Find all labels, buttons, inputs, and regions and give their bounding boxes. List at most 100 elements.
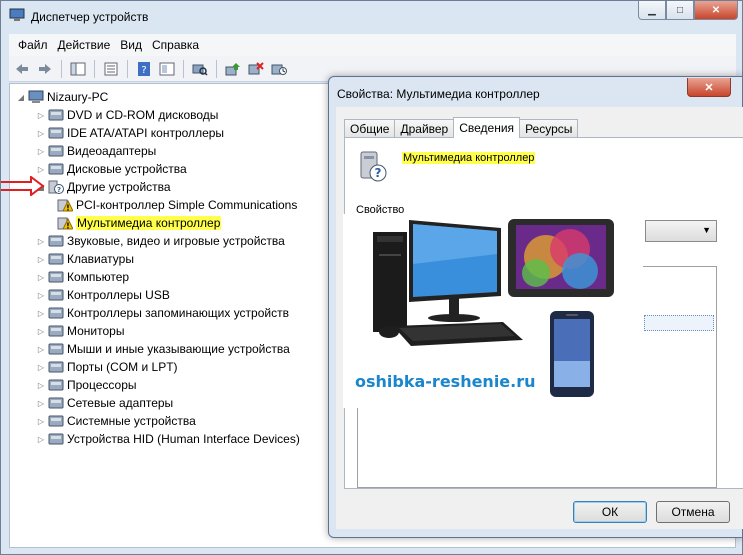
tree-child-item[interactable]: ! Мультимедиа контроллер xyxy=(55,214,222,232)
toolbar-separator xyxy=(183,59,184,78)
menu-help[interactable]: Справка xyxy=(147,38,204,52)
expand-arrow-icon[interactable]: ▷ xyxy=(36,381,46,390)
ok-button[interactable]: ОК xyxy=(573,501,647,523)
tree-item-label: Клавиатуры xyxy=(67,252,134,266)
update-driver-icon xyxy=(225,62,240,75)
tab-resources[interactable]: Ресурсы xyxy=(519,119,579,137)
tree-category-item[interactable]: ▷ Мыши и иные указывающие устройства xyxy=(36,340,290,358)
tree-category-item[interactable]: ▷ Клавиатуры xyxy=(36,250,134,268)
expand-arrow-icon[interactable]: ▷ xyxy=(36,111,46,120)
expand-arrow-icon[interactable]: ▷ xyxy=(36,345,46,354)
tree-category-item[interactable]: ▷ Процессоры xyxy=(36,376,137,394)
tablet-image xyxy=(508,219,614,297)
minimize-icon: ▁ xyxy=(648,4,656,16)
scan-hardware-icon xyxy=(192,64,208,76)
dialog-close-button[interactable]: ✕ xyxy=(687,78,731,97)
menu-view[interactable]: Вид xyxy=(115,38,147,52)
title-bar[interactable]: Диспетчер устройств ▁ □ ✕ xyxy=(1,1,742,31)
sound-icon xyxy=(48,235,64,247)
hid-icon xyxy=(48,433,64,445)
tree-category-item[interactable]: ▷ Компьютер xyxy=(36,268,129,286)
menu-action[interactable]: Действие xyxy=(53,38,116,52)
expand-arrow-icon[interactable]: ▷ xyxy=(36,363,46,372)
expand-arrow-icon[interactable]: ▷ xyxy=(36,165,46,174)
tree-item-label: Дисковые устройства xyxy=(67,162,187,176)
tree-category-item[interactable]: ▷ Порты (COM и LPT) xyxy=(36,358,178,376)
back-icon xyxy=(16,63,28,74)
forward-button[interactable] xyxy=(35,59,55,79)
cancel-button[interactable]: Отмена xyxy=(656,501,730,523)
expand-arrow-icon[interactable]: ▷ xyxy=(36,255,46,264)
tree-category-item[interactable]: ▷ Мониторы xyxy=(36,322,125,340)
promo-overlay: oshibka-reshenie.ru xyxy=(343,214,643,408)
expand-arrow-icon[interactable]: ▷ xyxy=(36,435,46,444)
tree-category-item[interactable]: ▷ Системные устройства xyxy=(36,412,196,430)
tree-category-item[interactable]: ◢? Другие устройства xyxy=(36,178,171,196)
update-driver-button[interactable] xyxy=(223,59,243,79)
tree-item-label: Мыши и иные указывающие устройства xyxy=(67,342,290,356)
disable-device-icon xyxy=(248,61,264,74)
svg-text:?: ? xyxy=(375,166,382,180)
forward-icon xyxy=(39,63,51,74)
tab-details[interactable]: Сведения xyxy=(453,117,521,138)
tree-category-item[interactable]: ▷ Сетевые адаптеры xyxy=(36,394,173,412)
tree-item-label: Другие устройства xyxy=(67,180,171,194)
expand-arrow-icon[interactable]: ▷ xyxy=(36,147,46,156)
collapse-arrow-icon: ◢ xyxy=(17,92,25,102)
expand-arrow-icon[interactable]: ▷ xyxy=(36,417,46,426)
properties-button[interactable] xyxy=(101,59,121,79)
tree-category-item[interactable]: ▷ IDE ATA/ATAPI контроллеры xyxy=(36,124,224,142)
ide-controller-icon xyxy=(48,127,64,139)
show-hidden-button[interactable] xyxy=(157,59,177,79)
console-tree-icon xyxy=(70,62,86,75)
back-button[interactable] xyxy=(12,59,32,79)
unknown-device-icon: ? xyxy=(360,151,387,182)
property-dropdown[interactable]: ▼ xyxy=(645,220,717,242)
tree-child-item[interactable]: ! PCI-контроллер Simple Communications xyxy=(55,196,297,214)
disable-device-button[interactable] xyxy=(246,59,266,79)
tab-driver[interactable]: Драйвер xyxy=(394,119,455,137)
svg-text:?: ? xyxy=(141,65,146,76)
tree-item-label: Мониторы xyxy=(67,324,125,338)
tree-category-item[interactable]: ▷ Устройства HID (Human Interface Devices… xyxy=(36,430,300,448)
tree-category-item[interactable]: ▷ Контроллеры запоминающих устройств xyxy=(36,304,289,322)
tree-category-item[interactable]: ▷ Видеоадаптеры xyxy=(36,142,156,160)
expand-arrow-icon[interactable]: ▷ xyxy=(36,273,46,282)
tree-category-item[interactable]: ▷ DVD и CD-ROM дисководы xyxy=(36,106,218,124)
expand-arrow-icon[interactable]: ▷ xyxy=(36,399,46,408)
expand-arrow-icon[interactable]: ▷ xyxy=(36,237,46,246)
minimize-button[interactable]: ▁ xyxy=(638,1,666,20)
menu-file[interactable]: Файл xyxy=(13,38,53,52)
expand-arrow-icon[interactable]: ▷ xyxy=(36,129,46,138)
maximize-button[interactable]: □ xyxy=(666,1,694,20)
expand-arrow-icon[interactable]: ▷ xyxy=(36,327,46,336)
tree-item-label: Порты (COM и LPT) xyxy=(67,360,178,374)
menu-bar: Файл Действие Вид Справка xyxy=(9,34,736,56)
tree-category-item[interactable]: ▷ Звуковые, видео и игровые устройства xyxy=(36,232,285,250)
tree-category-item[interactable]: ▷ Контроллеры USB xyxy=(36,286,170,304)
maximize-icon: □ xyxy=(676,4,684,16)
tree-category-item[interactable]: ▷ Дисковые устройства xyxy=(36,160,187,178)
toolbar-separator xyxy=(127,59,128,78)
close-icon: ✕ xyxy=(704,81,714,94)
close-button[interactable]: ✕ xyxy=(694,1,738,20)
computer-icon xyxy=(48,271,64,283)
expand-arrow-icon[interactable]: ▷ xyxy=(36,309,46,318)
smartphone-image xyxy=(550,311,594,397)
toolbar-separator xyxy=(216,59,217,78)
selected-value-row[interactable] xyxy=(644,315,714,331)
uninstall-device-button[interactable] xyxy=(269,59,289,79)
warning-device-icon: ! xyxy=(57,217,73,230)
expand-arrow-icon[interactable]: ▷ xyxy=(36,291,46,300)
tree-item-label: Контроллеры USB xyxy=(67,288,170,302)
scan-hardware-button[interactable] xyxy=(190,59,210,79)
chevron-down-icon: ▼ xyxy=(702,225,711,235)
tree-root[interactable]: ◢ Nizaury-PC xyxy=(16,88,108,106)
tab-general[interactable]: Общие xyxy=(344,119,396,137)
tree-item-label: Звуковые, видео и игровые устройства xyxy=(67,234,285,248)
console-tree-button[interactable] xyxy=(68,59,88,79)
svg-text:!: ! xyxy=(66,204,70,213)
toolbar-separator xyxy=(61,59,62,78)
tab-strip: Общие Драйвер Сведения Ресурсы xyxy=(344,117,579,138)
help-button[interactable]: ? xyxy=(134,59,154,79)
